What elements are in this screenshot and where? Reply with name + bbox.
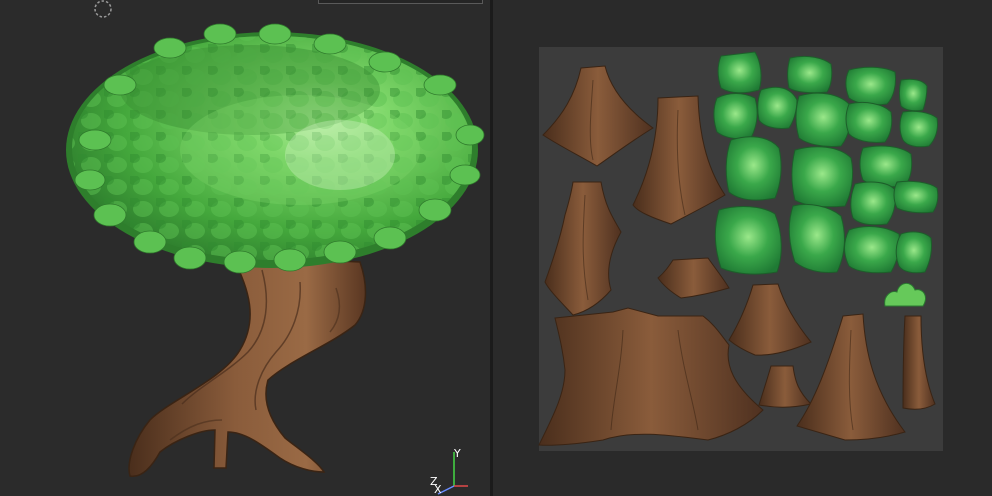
axis-y-label: Y — [454, 447, 461, 460]
uv-editor-panel[interactable] — [493, 0, 992, 496]
pivot-ring-icon[interactable] — [92, 0, 114, 20]
axis-x-label: X — [434, 483, 442, 496]
tree-trunk — [128, 255, 367, 478]
tree-model[interactable] — [0, 0, 490, 496]
axis-gizmo: Y Z X — [424, 446, 474, 496]
3d-viewport[interactable]: Y Z X — [0, 0, 490, 496]
uv-layout[interactable] — [493, 0, 992, 496]
viewport-top-field[interactable] — [318, 0, 483, 4]
uv-leaf-islands — [713, 51, 939, 275]
tree-foliage — [66, 23, 485, 274]
